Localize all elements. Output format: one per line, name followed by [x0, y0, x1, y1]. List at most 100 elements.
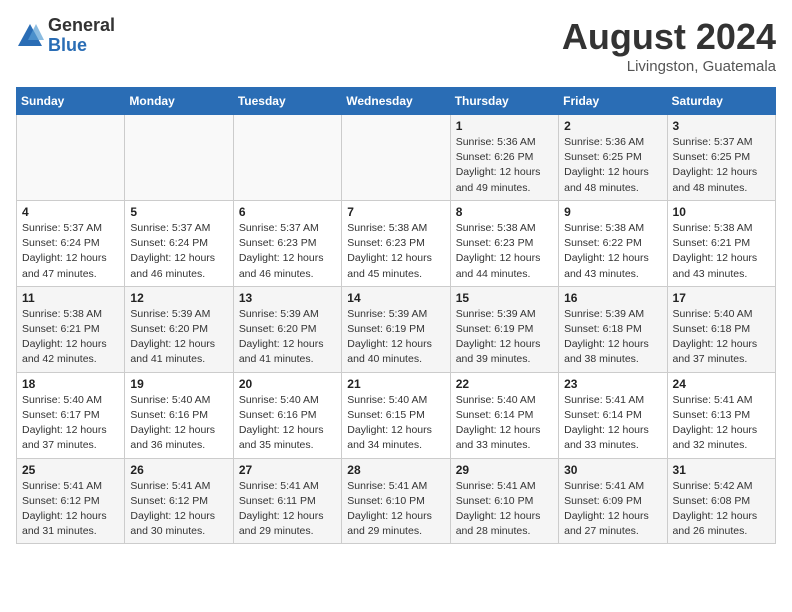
day-info: Sunrise: 5:42 AMSunset: 6:08 PMDaylight:… [673, 479, 770, 540]
day-info: Sunrise: 5:37 AMSunset: 6:23 PMDaylight:… [239, 221, 336, 282]
day-header: Sunday [17, 88, 125, 115]
day-info: Sunrise: 5:37 AMSunset: 6:24 PMDaylight:… [130, 221, 227, 282]
day-cell: 24 Sunrise: 5:41 AMSunset: 6:13 PMDayligh… [667, 372, 775, 458]
day-info: Sunrise: 5:38 AMSunset: 6:22 PMDaylight:… [564, 221, 661, 282]
day-cell: 27Sunrise: 5:41 AMSunset: 6:11 PMDayligh… [233, 458, 341, 544]
day-info: Sunrise: 5:36 AMSunset: 6:26 PMDaylight:… [456, 135, 553, 196]
day-info: Sunrise: 5:39 AMSunset: 6:20 PMDaylight:… [239, 307, 336, 368]
day-number: 19 [130, 377, 227, 391]
day-cell: 5 Sunrise: 5:37 AMSunset: 6:24 PMDaylight… [125, 200, 233, 286]
day-number: 2 [564, 119, 661, 133]
day-number: 5 [130, 205, 227, 219]
title-area: August 2024 Livingston, Guatemala [562, 16, 776, 75]
day-number: 29 [456, 463, 553, 477]
day-number: 21 [347, 377, 444, 391]
day-cell: 3Sunrise: 5:37 AMSunset: 6:25 PMDaylight… [667, 115, 775, 201]
day-number: 8 [456, 205, 553, 219]
day-info: Sunrise: 5:41 AMSunset: 6:10 PMDaylight:… [347, 479, 444, 540]
day-cell [342, 115, 450, 201]
day-cell: 26Sunrise: 5:41 AMSunset: 6:12 PMDayligh… [125, 458, 233, 544]
day-number: 26 [130, 463, 227, 477]
logo-text: General Blue [48, 16, 115, 56]
day-info: Sunrise: 5:39 AMSunset: 6:19 PMDaylight:… [347, 307, 444, 368]
day-number: 22 [456, 377, 553, 391]
week-row: 25 Sunrise: 5:41 AMSunset: 6:12 PMDayligh… [17, 458, 776, 544]
logo-general: General [48, 16, 115, 36]
day-cell: 16 Sunrise: 5:39 AMSunset: 6:18 PMDayligh… [559, 286, 667, 372]
day-info: Sunrise: 5:38 AMSunset: 6:21 PMDaylight:… [673, 221, 770, 282]
day-cell: 23 Sunrise: 5:41 AMSunset: 6:14 PMDayligh… [559, 372, 667, 458]
logo-icon [16, 22, 44, 50]
day-number: 9 [564, 205, 661, 219]
day-info: Sunrise: 5:37 AMSunset: 6:24 PMDaylight:… [22, 221, 119, 282]
day-cell: 2 Sunrise: 5:36 AMSunset: 6:25 PMDaylight… [559, 115, 667, 201]
day-number: 13 [239, 291, 336, 305]
day-info: Sunrise: 5:40 AMSunset: 6:15 PMDaylight:… [347, 393, 444, 454]
day-number: 12 [130, 291, 227, 305]
day-number: 18 [22, 377, 119, 391]
day-cell: 18 Sunrise: 5:40 AMSunset: 6:17 PMDayligh… [17, 372, 125, 458]
day-info: Sunrise: 5:40 AMSunset: 6:17 PMDaylight:… [22, 393, 119, 454]
day-info: Sunrise: 5:41 AMSunset: 6:10 PMDaylight:… [456, 479, 553, 540]
day-cell: 4 Sunrise: 5:37 AMSunset: 6:24 PMDaylight… [17, 200, 125, 286]
day-cell: 21 Sunrise: 5:40 AMSunset: 6:15 PMDayligh… [342, 372, 450, 458]
day-cell: 13 Sunrise: 5:39 AMSunset: 6:20 PMDayligh… [233, 286, 341, 372]
day-header: Friday [559, 88, 667, 115]
day-cell: 14 Sunrise: 5:39 AMSunset: 6:19 PMDayligh… [342, 286, 450, 372]
day-cell: 7Sunrise: 5:38 AMSunset: 6:23 PMDaylight… [342, 200, 450, 286]
day-number: 30 [564, 463, 661, 477]
day-info: Sunrise: 5:40 AMSunset: 6:18 PMDaylight:… [673, 307, 770, 368]
day-number: 20 [239, 377, 336, 391]
logo-blue: Blue [48, 36, 115, 56]
day-number: 11 [22, 291, 119, 305]
day-cell: 22Sunrise: 5:40 AMSunset: 6:14 PMDayligh… [450, 372, 558, 458]
day-info: Sunrise: 5:41 AMSunset: 6:09 PMDaylight:… [564, 479, 661, 540]
logo: General Blue [16, 16, 115, 56]
day-cell: 6 Sunrise: 5:37 AMSunset: 6:23 PMDaylight… [233, 200, 341, 286]
day-cell: 1Sunrise: 5:36 AMSunset: 6:26 PMDaylight… [450, 115, 558, 201]
week-row: 11 Sunrise: 5:38 AMSunset: 6:21 PMDayligh… [17, 286, 776, 372]
day-info: Sunrise: 5:39 AMSunset: 6:18 PMDaylight:… [564, 307, 661, 368]
day-info: Sunrise: 5:41 AMSunset: 6:14 PMDaylight:… [564, 393, 661, 454]
day-header: Monday [125, 88, 233, 115]
day-cell: 25 Sunrise: 5:41 AMSunset: 6:12 PMDayligh… [17, 458, 125, 544]
day-info: Sunrise: 5:41 AMSunset: 6:13 PMDaylight:… [673, 393, 770, 454]
day-number: 27 [239, 463, 336, 477]
day-number: 10 [673, 205, 770, 219]
calendar-table: SundayMondayTuesdayWednesdayThursdayFrid… [16, 87, 776, 544]
week-row: 18 Sunrise: 5:40 AMSunset: 6:17 PMDayligh… [17, 372, 776, 458]
location: Livingston, Guatemala [562, 58, 776, 75]
day-header: Tuesday [233, 88, 341, 115]
day-info: Sunrise: 5:36 AMSunset: 6:25 PMDaylight:… [564, 135, 661, 196]
day-number: 17 [673, 291, 770, 305]
day-number: 15 [456, 291, 553, 305]
day-cell: 19 Sunrise: 5:40 AMSunset: 6:16 PMDayligh… [125, 372, 233, 458]
day-cell: 9 Sunrise: 5:38 AMSunset: 6:22 PMDaylight… [559, 200, 667, 286]
day-number: 24 [673, 377, 770, 391]
page-header: General Blue August 2024 Livingston, Gua… [16, 16, 776, 75]
week-row: 4 Sunrise: 5:37 AMSunset: 6:24 PMDaylight… [17, 200, 776, 286]
day-cell: 31 Sunrise: 5:42 AMSunset: 6:08 PMDayligh… [667, 458, 775, 544]
day-cell [233, 115, 341, 201]
day-number: 16 [564, 291, 661, 305]
day-cell: 15 Sunrise: 5:39 AMSunset: 6:19 PMDayligh… [450, 286, 558, 372]
day-number: 31 [673, 463, 770, 477]
day-info: Sunrise: 5:39 AMSunset: 6:20 PMDaylight:… [130, 307, 227, 368]
day-cell [125, 115, 233, 201]
day-info: Sunrise: 5:40 AMSunset: 6:16 PMDaylight:… [130, 393, 227, 454]
day-number: 4 [22, 205, 119, 219]
day-info: Sunrise: 5:41 AMSunset: 6:12 PMDaylight:… [22, 479, 119, 540]
day-number: 14 [347, 291, 444, 305]
day-number: 3 [673, 119, 770, 133]
day-number: 28 [347, 463, 444, 477]
day-number: 23 [564, 377, 661, 391]
day-number: 25 [22, 463, 119, 477]
day-info: Sunrise: 5:38 AMSunset: 6:23 PMDaylight:… [456, 221, 553, 282]
day-header: Wednesday [342, 88, 450, 115]
day-cell: 10 Sunrise: 5:38 AMSunset: 6:21 PMDayligh… [667, 200, 775, 286]
day-number: 6 [239, 205, 336, 219]
day-info: Sunrise: 5:38 AMSunset: 6:21 PMDaylight:… [22, 307, 119, 368]
day-info: Sunrise: 5:39 AMSunset: 6:19 PMDaylight:… [456, 307, 553, 368]
day-cell: 17 Sunrise: 5:40 AMSunset: 6:18 PMDayligh… [667, 286, 775, 372]
day-header: Thursday [450, 88, 558, 115]
